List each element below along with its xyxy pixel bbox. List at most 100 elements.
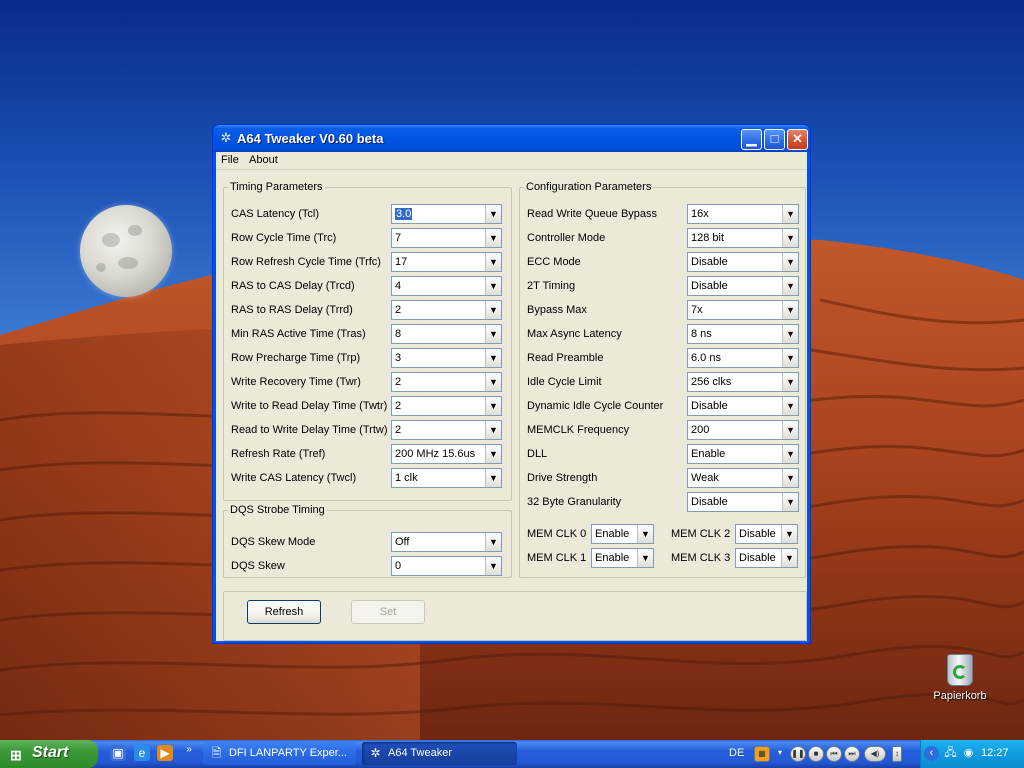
chevron-down-icon[interactable]: ▼	[782, 301, 798, 319]
setting-value: Disable	[691, 400, 728, 412]
volume-slider[interactable]: ↕	[892, 746, 902, 762]
start-button[interactable]: ⊞ Start	[0, 740, 98, 768]
recycle-bin[interactable]: Papierkorb	[928, 654, 992, 702]
chevron-down-icon[interactable]: ▼	[782, 277, 798, 295]
setting-dropdown[interactable]: 6.0 ns ▼	[687, 348, 799, 368]
setting-dropdown[interactable]: Weak ▼	[687, 468, 799, 488]
setting-label: MEMCLK Frequency	[527, 424, 630, 436]
app-icon[interactable]: ✲	[219, 131, 233, 145]
language-indicator[interactable]: DE	[729, 747, 744, 759]
setting-value: 7x	[691, 304, 703, 316]
setting-row: ECC Mode Disable ▼	[216, 252, 807, 272]
window-client: File About Timing Parameters DQS Strobe …	[216, 152, 807, 641]
setting-label: MEM CLK 2	[671, 528, 731, 540]
setting-dropdown[interactable]: 8 ns ▼	[687, 324, 799, 344]
app-icon: ✲	[370, 746, 381, 760]
setting-dropdown[interactable]: Disable ▼	[687, 492, 799, 512]
chevron-down-icon[interactable]: ▼	[781, 525, 797, 543]
chevron-down-icon[interactable]: ▼	[782, 349, 798, 367]
setting-row: Read Preamble 6.0 ns ▼	[216, 348, 807, 368]
title-bar[interactable]: ✲ A64 Tweaker V0.60 beta ▁ □ ✕	[213, 125, 810, 152]
volume-icon[interactable]: ◀)	[864, 746, 886, 762]
setting-label: Read Write Queue Bypass	[527, 208, 658, 220]
setting-value: Disable	[739, 552, 776, 564]
chevron-down-icon[interactable]: ▼	[781, 549, 797, 567]
maximize-button[interactable]: □	[764, 129, 785, 150]
quicklaunch-desktop-icon[interactable]: ▣	[110, 745, 126, 761]
chevron-down-icon[interactable]: ▼	[782, 421, 798, 439]
setting-value: Disable	[739, 528, 776, 540]
setting-dropdown[interactable]: Enable ▼	[687, 444, 799, 464]
set-button: Set	[351, 600, 425, 624]
setting-label: Max Async Latency	[527, 328, 622, 340]
setting-dropdown[interactable]: Disable ▼	[687, 396, 799, 416]
setting-dropdown[interactable]: 128 bit ▼	[687, 228, 799, 248]
setting-row: MEMCLK Frequency 200 ▼	[216, 420, 807, 440]
next-icon[interactable]: ⏭	[844, 746, 860, 762]
setting-label: MEM CLK 3	[671, 552, 731, 564]
nvidia-icon[interactable]: ◉	[961, 746, 976, 761]
minimize-icon: ▁	[746, 131, 757, 146]
refresh-button[interactable]: Refresh	[247, 600, 321, 624]
chevron-down-icon[interactable]: ▼	[782, 373, 798, 391]
setting-row: Dynamic Idle Cycle Counter Disable ▼	[216, 396, 807, 416]
setting-value: 256 clks	[691, 376, 732, 388]
close-button[interactable]: ✕	[787, 129, 808, 150]
chevron-down-icon[interactable]: ▼	[782, 229, 798, 247]
setting-dropdown[interactable]: 256 clks ▼	[687, 372, 799, 392]
setting-value: Weak	[691, 472, 719, 484]
previous-icon[interactable]: ⏮	[826, 746, 842, 762]
media-menu-icon[interactable]: ▾	[772, 746, 788, 762]
quicklaunch-media-player-icon[interactable]: ▶	[157, 745, 173, 761]
setting-row: Controller Mode 128 bit ▼	[216, 228, 807, 248]
taskbar-item-a64-tweaker[interactable]: ✲ A64 Tweaker	[362, 742, 517, 765]
minimize-button[interactable]: ▁	[741, 129, 762, 150]
setting-value: Disable	[691, 280, 728, 292]
setting-value: 200	[691, 424, 710, 436]
setting-value: 6.0 ns	[691, 352, 721, 364]
recycle-bin-icon	[947, 654, 973, 686]
quicklaunch-internet-explorer-icon[interactable]: e	[134, 745, 150, 761]
setting-dropdown[interactable]: Disable ▼	[687, 252, 799, 272]
chevron-down-icon[interactable]: ▼	[782, 445, 798, 463]
a64-tweaker-window[interactable]: ✲ A64 Tweaker V0.60 beta ▁ □ ✕ File Abou…	[212, 124, 811, 644]
setting-label: Idle Cycle Limit	[527, 376, 602, 388]
setting-row: DLL Enable ▼	[216, 444, 807, 464]
pause-icon[interactable]: ❚❚	[790, 746, 806, 762]
start-label: Start	[32, 744, 69, 761]
chevron-down-icon[interactable]: ▼	[782, 469, 798, 487]
chevron-down-icon[interactable]: ▼	[782, 493, 798, 511]
setting-dropdown[interactable]: 16x ▼	[687, 204, 799, 224]
setting-dropdown[interactable]: Disable ▼	[735, 548, 798, 568]
configuration-parameters-legend: Configuration Parameters	[526, 181, 652, 193]
chevron-down-icon[interactable]: ▼	[782, 253, 798, 271]
chevron-down-icon[interactable]: ▼	[782, 397, 798, 415]
menu-about[interactable]: About	[249, 154, 278, 166]
windows-logo-icon: ⊞	[10, 747, 22, 763]
setting-label: 32 Byte Granularity	[527, 496, 622, 508]
button-panel: Refresh Set	[223, 591, 807, 641]
network-icon[interactable]: 🖧	[943, 746, 958, 761]
setting-dropdown[interactable]: Disable ▼	[687, 276, 799, 296]
setting-dropdown[interactable]: 200 ▼	[687, 420, 799, 440]
quicklaunch-chevron-icon[interactable]: »	[181, 742, 197, 758]
menu-file[interactable]: File	[221, 154, 239, 166]
media-app-icon[interactable]: ▦	[754, 746, 770, 762]
taskbar-item-dfi-lanparty[interactable]: 🗎 DFI LANPARTY Exper...	[203, 742, 356, 765]
stop-icon[interactable]: ■	[808, 746, 824, 762]
tray-expand-icon[interactable]: ‹	[924, 746, 939, 761]
setting-value: 16x	[691, 208, 709, 220]
setting-row: Read Write Queue Bypass 16x ▼	[216, 204, 807, 224]
setting-row: 2T Timing Disable ▼	[216, 276, 807, 296]
setting-value: Disable	[691, 256, 728, 268]
setting-label: Controller Mode	[527, 232, 606, 244]
setting-row: MEM CLK 2 Disable ▼	[216, 524, 807, 544]
chevron-down-icon[interactable]: ▼	[782, 325, 798, 343]
setting-value: 8 ns	[691, 328, 712, 340]
setting-label: Drive Strength	[527, 472, 598, 484]
setting-dropdown[interactable]: 7x ▼	[687, 300, 799, 320]
setting-value: Enable	[691, 448, 726, 460]
setting-dropdown[interactable]: Disable ▼	[735, 524, 798, 544]
chevron-down-icon[interactable]: ▼	[782, 205, 798, 223]
setting-label: ECC Mode	[527, 256, 581, 268]
